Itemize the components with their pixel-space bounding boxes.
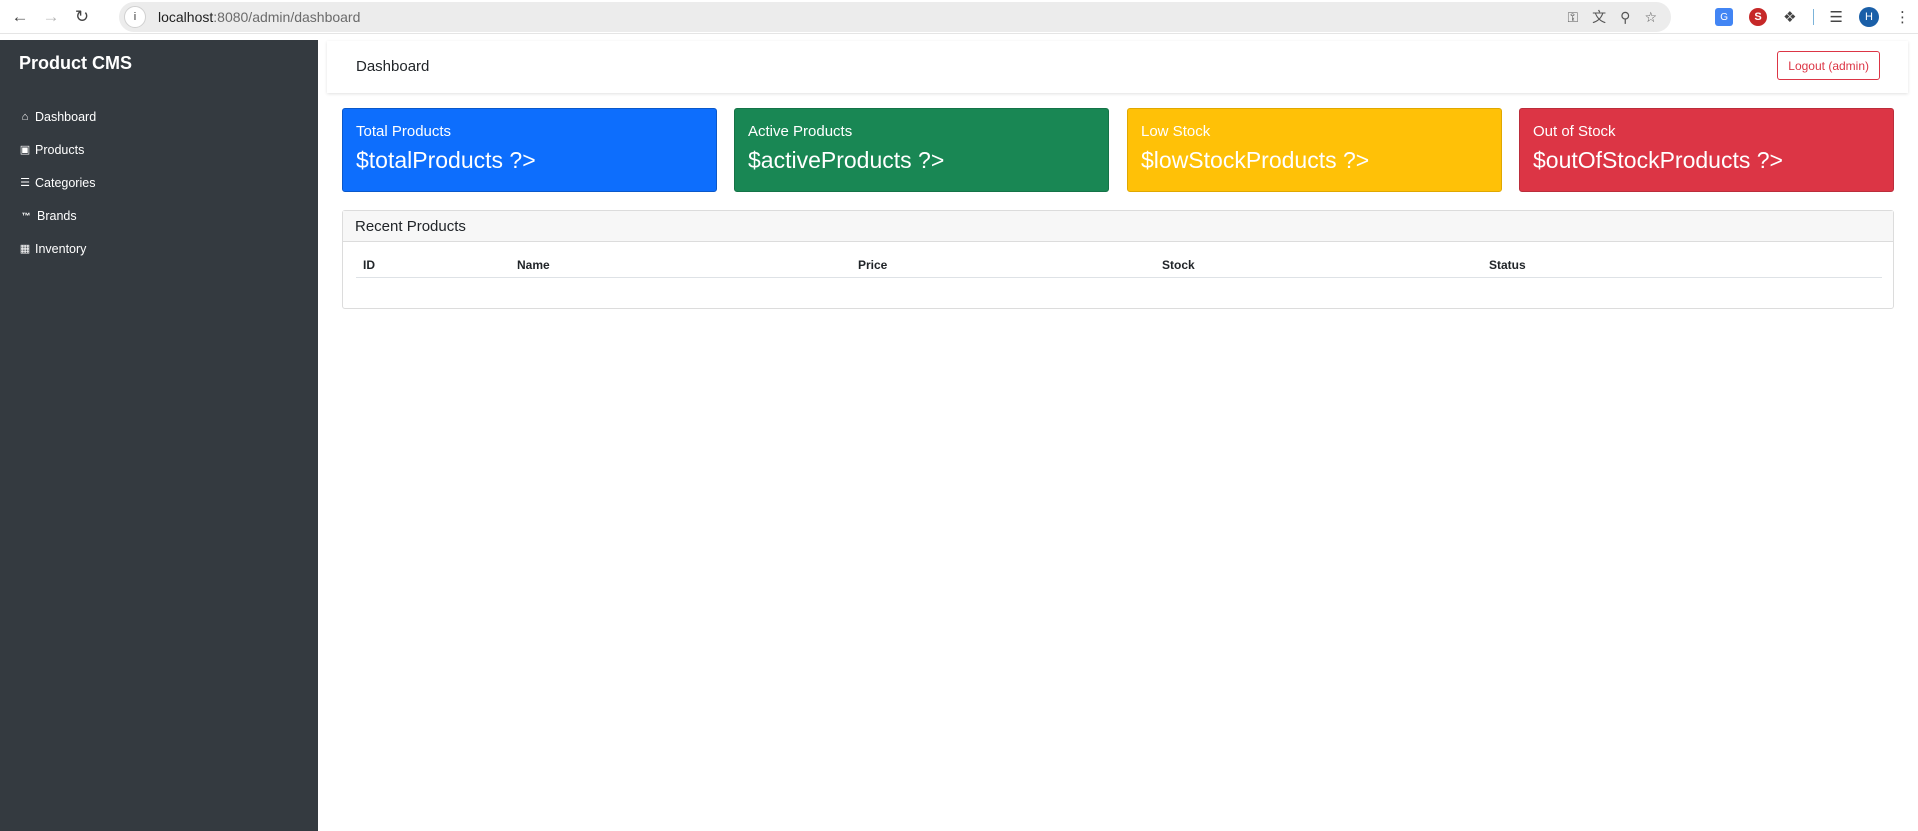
- stat-label: Active Products: [748, 123, 853, 140]
- sidebar-nav: ⌂ Dashboard ▣ Products ☰ Categories ™ Br…: [18, 100, 96, 265]
- home-icon: ⌂: [21, 110, 29, 123]
- box-icon: ▣: [19, 144, 31, 156]
- zoom-icon[interactable]: ⚲: [1620, 9, 1630, 26]
- list-icon: ☰: [20, 177, 30, 189]
- url-text[interactable]: localhost:8080/admin/dashboard: [158, 9, 360, 25]
- extension-s-icon[interactable]: S: [1749, 8, 1768, 26]
- sidebar: Product CMS ⌂ Dashboard ▣ Products ☰ Cat…: [0, 40, 318, 831]
- profile-avatar[interactable]: H: [1859, 7, 1879, 27]
- recent-products-card: Recent Products ID Name Price Stock Stat…: [342, 210, 1894, 309]
- stat-value: $totalProducts ?>: [356, 147, 536, 173]
- google-translate-extension-icon[interactable]: G: [1715, 8, 1734, 26]
- toolbar-divider: [1812, 9, 1814, 25]
- site-info-icon[interactable]: i: [124, 6, 146, 28]
- browser-toolbar: ← → ↻ i localhost:8080/admin/dashboard ⚿…: [0, 0, 1918, 34]
- column-header-name: Name: [510, 253, 851, 278]
- sidebar-item-label: Brands: [37, 208, 77, 223]
- sidebar-item-dashboard[interactable]: ⌂ Dashboard: [18, 100, 96, 133]
- sidebar-item-brands[interactable]: ™ Brands: [18, 199, 96, 232]
- address-bar[interactable]: i localhost:8080/admin/dashboard ⚿ 文 ⚲ ☆: [119, 2, 1671, 32]
- password-key-icon[interactable]: ⚿: [1568, 9, 1579, 26]
- sidebar-item-products[interactable]: ▣ Products: [18, 133, 96, 166]
- sidebar-item-label: Products: [35, 142, 85, 157]
- bookmark-star-icon[interactable]: ☆: [1644, 9, 1657, 26]
- stat-value: $lowStockProducts ?>: [1141, 147, 1370, 173]
- forward-arrow-icon[interactable]: →: [40, 6, 62, 28]
- stat-label: Out of Stock: [1533, 123, 1616, 140]
- trademark-icon: ™: [21, 210, 31, 221]
- column-header-id: ID: [356, 253, 510, 278]
- stat-card-total-products: Total Products $totalProducts ?>: [342, 108, 717, 192]
- page-title: Dashboard: [356, 58, 430, 75]
- media-control-icon[interactable]: ☰: [1830, 8, 1843, 26]
- stat-value: $activeProducts ?>: [748, 147, 945, 173]
- reload-icon[interactable]: ↻: [71, 6, 93, 28]
- sidebar-item-label: Dashboard: [35, 109, 97, 124]
- stat-label: Low Stock: [1141, 123, 1211, 140]
- stat-value: $outOfStockProducts ?>: [1533, 147, 1783, 173]
- top-navbar: Dashboard Logout (admin): [327, 41, 1908, 93]
- stat-label: Total Products: [356, 123, 452, 140]
- warehouse-icon: ▦: [19, 243, 31, 255]
- table-header-row: ID Name Price Stock Status: [356, 253, 1882, 278]
- translate-icon[interactable]: 文: [1592, 7, 1606, 27]
- stat-card-active-products: Active Products $activeProducts ?>: [734, 108, 1109, 192]
- column-header-price: Price: [851, 253, 1155, 278]
- recent-products-table: ID Name Price Stock Status: [356, 253, 1882, 278]
- back-arrow-icon[interactable]: ←: [9, 6, 31, 28]
- column-header-status: Status: [1482, 253, 1882, 278]
- sidebar-item-inventory[interactable]: ▦ Inventory: [18, 232, 96, 265]
- stat-card-out-of-stock: Out of Stock $outOfStockProducts ?>: [1519, 108, 1894, 192]
- stat-card-low-stock: Low Stock $lowStockProducts ?>: [1127, 108, 1502, 192]
- column-header-stock: Stock: [1155, 253, 1482, 278]
- logout-button[interactable]: Logout (admin): [1777, 51, 1880, 80]
- browser-menu-icon[interactable]: ⋮: [1895, 8, 1910, 26]
- app-brand[interactable]: Product CMS: [19, 53, 132, 74]
- recent-products-title: Recent Products: [343, 211, 1893, 242]
- sidebar-item-categories[interactable]: ☰ Categories: [18, 166, 96, 199]
- sidebar-item-label: Categories: [35, 175, 96, 190]
- sidebar-item-label: Inventory: [35, 241, 87, 256]
- extensions-puzzle-icon[interactable]: ❖: [1783, 8, 1796, 26]
